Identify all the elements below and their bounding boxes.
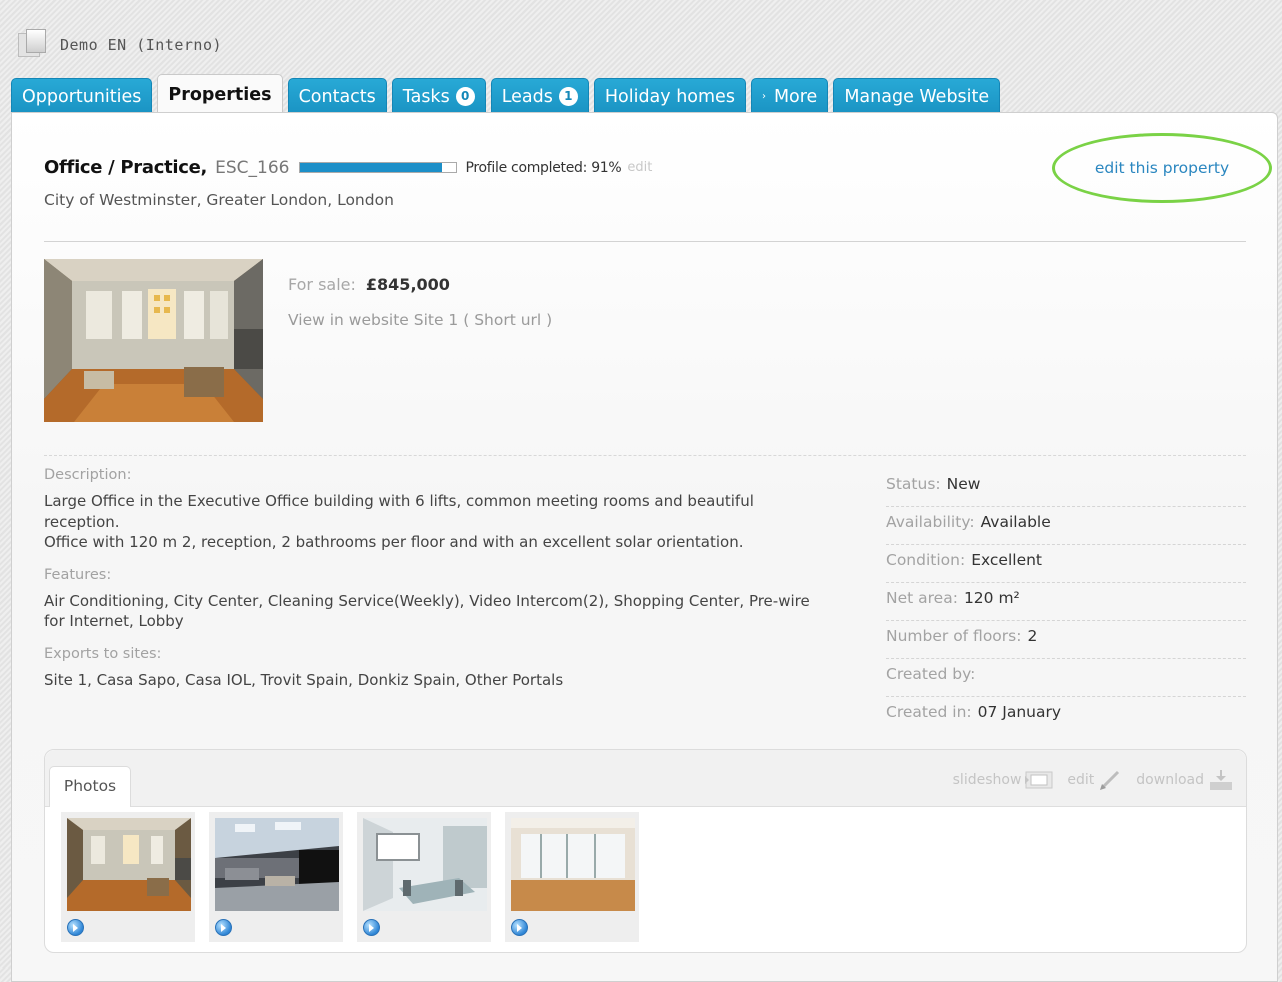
app-logo-icon	[16, 27, 46, 57]
attribute-row: Created by:	[886, 659, 1246, 697]
tab-label: Leads	[501, 86, 553, 107]
attribute-value: Available	[980, 513, 1051, 531]
download-photos-button[interactable]: download	[1136, 768, 1234, 792]
divider	[44, 455, 1246, 456]
photo-thumbnail[interactable]	[505, 812, 639, 942]
edit-photos-button[interactable]: edit	[1067, 769, 1122, 791]
divider	[44, 241, 1246, 242]
download-icon	[1210, 770, 1232, 790]
attribute-key: Created in:	[886, 703, 972, 721]
attribute-value: 2	[1027, 627, 1038, 645]
tab-more[interactable]: › More	[750, 78, 829, 114]
photos-panel: Photos slideshow edit download	[44, 749, 1247, 953]
tab-manage-website[interactable]: Manage Website	[833, 78, 1001, 114]
pencil-icon	[1100, 770, 1120, 790]
price-line: For sale: £845,000	[288, 275, 450, 294]
attribute-key: Created by:	[886, 665, 976, 683]
download-photos-label: download	[1136, 772, 1204, 788]
tab-holiday-homes[interactable]: Holiday homes	[593, 78, 746, 114]
exports-label: Exports to sites:	[44, 645, 162, 662]
property-reference: ESC_166	[215, 157, 290, 178]
tab-label: Holiday homes	[604, 86, 735, 107]
attribute-value: 07 January	[977, 703, 1062, 721]
tab-label: Opportunities	[22, 86, 142, 107]
description-line: Large Office in the Executive Office bui…	[44, 492, 754, 531]
property-header: Office / Practice, ESC_166 Profile compl…	[44, 157, 652, 178]
attribute-key: Availability:	[886, 513, 975, 531]
property-type: Office / Practice,	[44, 157, 208, 178]
attribute-key: Net area:	[886, 589, 958, 607]
description-text: Large Office in the Executive Office bui…	[44, 491, 834, 553]
play-icon[interactable]	[215, 919, 232, 936]
attribute-row: Created in: 07 January	[886, 697, 1246, 734]
tasks-count-badge: 0	[455, 87, 475, 106]
property-panel: Office / Practice, ESC_166 Profile compl…	[11, 112, 1278, 982]
description-line: Office with 120 m 2, reception, 2 bathro…	[44, 533, 744, 551]
exports-text: Site 1, Casa Sapo, Casa IOL, Trovit Spai…	[44, 670, 564, 689]
tab-contacts[interactable]: Contacts	[287, 78, 387, 114]
photo-thumbnail[interactable]	[357, 812, 491, 942]
main-tabs: Opportunities Properties Contacts Tasks 0…	[11, 74, 1005, 114]
attribute-row: Condition: Excellent	[886, 545, 1246, 583]
photo-thumbnail[interactable]	[61, 812, 195, 942]
tab-label: Contacts	[298, 86, 376, 107]
photo-thumbnail[interactable]	[209, 812, 343, 942]
attribute-row: Status: New	[886, 469, 1246, 507]
photo-tools: slideshow edit download	[939, 768, 1234, 792]
arrow-right-icon: ›	[761, 90, 766, 102]
tab-label: Manage Website	[844, 86, 990, 107]
description-label: Description:	[44, 467, 132, 483]
attribute-key: Status:	[886, 475, 941, 493]
tab-opportunities[interactable]: Opportunities	[11, 78, 153, 114]
slideshow-button[interactable]: slideshow	[953, 770, 1054, 790]
property-details-text: Description: Large Office in the Executi…	[44, 467, 834, 704]
play-icon[interactable]	[363, 919, 380, 936]
tab-leads[interactable]: Leads 1	[490, 78, 589, 114]
play-icon[interactable]	[67, 919, 84, 936]
profile-progress-bar	[299, 162, 458, 173]
slideshow-icon	[1025, 771, 1053, 789]
edit-photos-label: edit	[1067, 772, 1095, 788]
attribute-value: Excellent	[971, 551, 1043, 569]
edit-property-highlight: edit this property	[1052, 133, 1272, 203]
view-in-website-link[interactable]: View in website Site 1 ( Short url )	[288, 311, 552, 329]
tab-label: More	[773, 86, 818, 107]
features-label: Features:	[44, 566, 112, 583]
attribute-row: Net area: 120 m²	[886, 583, 1246, 621]
leads-count-badge: 1	[558, 87, 578, 106]
attribute-key: Number of floors:	[886, 627, 1022, 645]
property-attributes: Status: New Availability: Available Condit…	[886, 469, 1246, 734]
attribute-value: New	[946, 475, 981, 493]
profile-edit-link[interactable]: edit	[627, 160, 652, 175]
app-header: Demo EN (Interno)	[16, 22, 222, 62]
features-text: Air Conditioning, City Center, Cleaning …	[44, 591, 810, 631]
price-label: For sale:	[288, 275, 356, 294]
tab-label: Tasks	[402, 86, 450, 107]
edit-property-link[interactable]: edit this property	[1095, 159, 1229, 177]
price-value: £845,000	[365, 275, 450, 294]
tab-tasks[interactable]: Tasks 0	[391, 78, 486, 114]
attribute-row: Availability: Available	[886, 507, 1246, 545]
tab-photos[interactable]: Photos	[49, 766, 131, 807]
tab-label: Properties	[168, 84, 272, 105]
photo-thumbnails	[61, 812, 653, 942]
tab-properties[interactable]: Properties	[157, 74, 283, 114]
attribute-key: Condition:	[886, 551, 966, 569]
play-icon[interactable]	[511, 919, 528, 936]
main-property-photo[interactable]	[44, 259, 263, 422]
profile-completed-label: Profile completed: 91%	[465, 159, 622, 176]
app-title: Demo EN (Interno)	[60, 36, 223, 54]
attribute-row: Number of floors: 2	[886, 621, 1246, 659]
property-location: City of Westminster, Greater London, Lon…	[44, 191, 394, 209]
slideshow-label: slideshow	[952, 772, 1022, 788]
attribute-value: 120 m²	[963, 589, 1020, 607]
